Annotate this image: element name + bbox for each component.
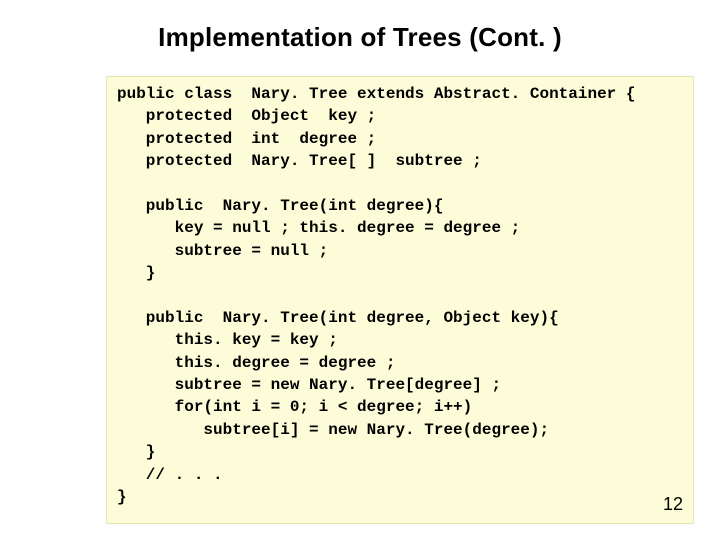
page-number: 12 bbox=[663, 492, 683, 517]
slide-title: Implementation of Trees (Cont. ) bbox=[0, 0, 720, 67]
code-line: protected Nary. Tree[ ] subtree ; bbox=[117, 152, 482, 170]
code-line: public Nary. Tree(int degree, Object key… bbox=[117, 309, 559, 327]
code-line: key = null ; this. degree = degree ; bbox=[117, 219, 520, 237]
code-line: // . . . bbox=[117, 466, 223, 484]
code-line: } bbox=[117, 264, 155, 282]
code-line: public Nary. Tree(int degree){ bbox=[117, 197, 443, 215]
code-block: public class Nary. Tree extends Abstract… bbox=[106, 76, 694, 524]
code-line: for(int i = 0; i < degree; i++) bbox=[117, 398, 472, 416]
code-line: public class Nary. Tree extends Abstract… bbox=[117, 85, 635, 103]
code-line: } bbox=[117, 443, 155, 461]
code-line: subtree = new Nary. Tree[degree] ; bbox=[117, 376, 501, 394]
code-line: } bbox=[117, 488, 127, 506]
slide: Implementation of Trees (Cont. ) public … bbox=[0, 0, 720, 540]
code-line: this. key = key ; bbox=[117, 331, 338, 349]
code-line: subtree[i] = new Nary. Tree(degree); bbox=[117, 421, 549, 439]
code-line: protected int degree ; bbox=[117, 130, 376, 148]
code-line: subtree = null ; bbox=[117, 242, 328, 260]
code-line: this. degree = degree ; bbox=[117, 354, 395, 372]
code-line: protected Object key ; bbox=[117, 107, 376, 125]
